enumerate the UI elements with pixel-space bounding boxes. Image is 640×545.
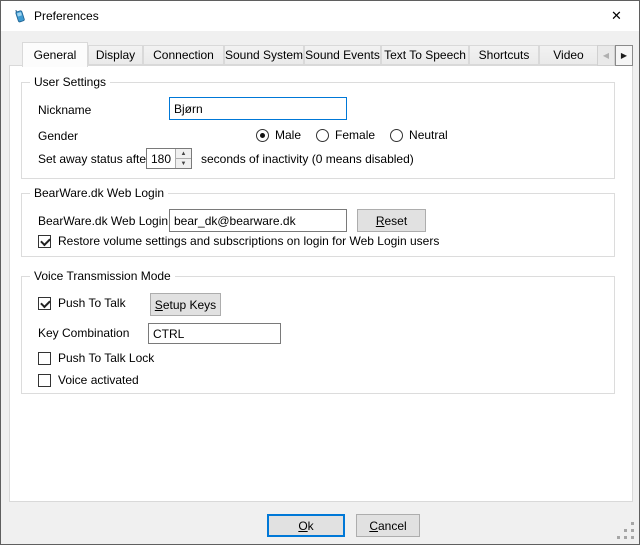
tab-label: Display (96, 48, 135, 62)
tab-scroll-right-button[interactable]: ▶ (615, 45, 633, 66)
checkbox-label: Push To Talk Lock (58, 351, 154, 365)
tab-shortcuts[interactable]: Shortcuts (469, 45, 539, 65)
tab-label: Sound System (225, 48, 303, 62)
cancel-button[interactable]: Cancel (356, 514, 420, 537)
radio-icon (316, 129, 329, 142)
close-button[interactable]: ✕ (594, 1, 639, 31)
key-combination-input[interactable] (148, 323, 281, 344)
tab-scroll-left-button[interactable]: ◀ (597, 45, 615, 66)
checkbox-label: Push To Talk (58, 296, 126, 310)
away-seconds-input[interactable] (147, 149, 175, 168)
spinner-buttons: ▲ ▼ (175, 149, 191, 168)
push-to-talk-lock-checkbox[interactable]: Push To Talk Lock (38, 351, 154, 365)
checkbox-icon (38, 352, 51, 365)
group-title: BearWare.dk Web Login (30, 186, 168, 200)
web-login-id-label: BearWare.dk Web Login ID (38, 214, 183, 228)
web-login-id-input[interactable] (169, 209, 347, 232)
preferences-dialog: Preferences ✕ General Display Connection… (0, 0, 640, 545)
gender-label: Gender (38, 129, 78, 143)
gender-radio-male[interactable]: Male (256, 128, 301, 142)
spin-up-icon: ▲ (181, 151, 187, 157)
spin-up-button[interactable]: ▲ (176, 149, 191, 159)
checkbox-icon (38, 297, 51, 310)
away-seconds-spinner: ▲ ▼ (146, 148, 192, 169)
web-login-group: BearWare.dk Web Login BearWare.dk Web Lo… (21, 193, 615, 257)
tab-text-to-speech[interactable]: Text To Speech (381, 45, 469, 65)
tab-video[interactable]: Video (539, 45, 598, 65)
tab-sound-events[interactable]: Sound Events (304, 45, 381, 65)
window-title: Preferences (34, 1, 99, 31)
title-bar[interactable]: Preferences ✕ (1, 1, 639, 31)
spin-down-button[interactable]: ▼ (176, 159, 191, 168)
checkbox-icon (38, 374, 51, 387)
reset-button[interactable]: Reset (357, 209, 426, 232)
tab-label: Connection (153, 48, 214, 62)
teamtalk-app-icon (12, 8, 28, 24)
general-tab-pane: User Settings Nickname Gender Male Femal… (9, 65, 633, 502)
radio-icon (256, 129, 269, 142)
group-title: User Settings (30, 75, 110, 89)
voice-transmission-group: Voice Transmission Mode Push To Talk Set… (21, 276, 615, 394)
gender-radio-group: Male Female Neutral (256, 128, 448, 142)
checkbox-label: Restore volume settings and subscription… (58, 234, 439, 248)
tab-label: Text To Speech (384, 48, 466, 62)
ok-button[interactable]: Ok (267, 514, 345, 537)
tab-general[interactable]: General (22, 42, 88, 67)
restore-volume-checkbox[interactable]: Restore volume settings and subscription… (38, 234, 439, 248)
tab-label: Shortcuts (479, 48, 530, 62)
tab-display[interactable]: Display (88, 45, 143, 65)
nickname-input[interactable] (169, 97, 347, 120)
radio-icon (390, 129, 403, 142)
nickname-label: Nickname (38, 103, 91, 117)
close-icon: ✕ (611, 8, 622, 24)
tab-sound-system[interactable]: Sound System (224, 45, 304, 65)
voice-activated-checkbox[interactable]: Voice activated (38, 373, 139, 387)
tab-label: General (34, 48, 77, 62)
scroll-right-icon: ▶ (621, 51, 627, 60)
radio-label: Female (335, 128, 375, 142)
group-title: Voice Transmission Mode (30, 269, 175, 283)
gender-radio-female[interactable]: Female (316, 128, 375, 142)
radio-label: Male (275, 128, 301, 142)
tab-label: Sound Events (305, 48, 380, 62)
checkbox-label: Voice activated (58, 373, 139, 387)
tab-connection[interactable]: Connection (143, 45, 224, 65)
radio-label: Neutral (409, 128, 448, 142)
tab-label: Video (553, 48, 583, 62)
checkbox-icon (38, 235, 51, 248)
spin-down-icon: ▼ (181, 161, 187, 167)
key-combination-label: Key Combination (38, 326, 129, 340)
user-settings-group: User Settings Nickname Gender Male Femal… (21, 82, 615, 179)
gender-radio-neutral[interactable]: Neutral (390, 128, 448, 142)
resize-grip[interactable] (616, 522, 634, 540)
away-status-suffix-label: seconds of inactivity (0 means disabled) (201, 152, 414, 166)
scroll-left-icon: ◀ (603, 51, 609, 60)
away-status-label: Set away status after (38, 152, 150, 166)
push-to-talk-checkbox[interactable]: Push To Talk (38, 296, 126, 310)
setup-keys-button[interactable]: Setup Keys (150, 293, 221, 316)
